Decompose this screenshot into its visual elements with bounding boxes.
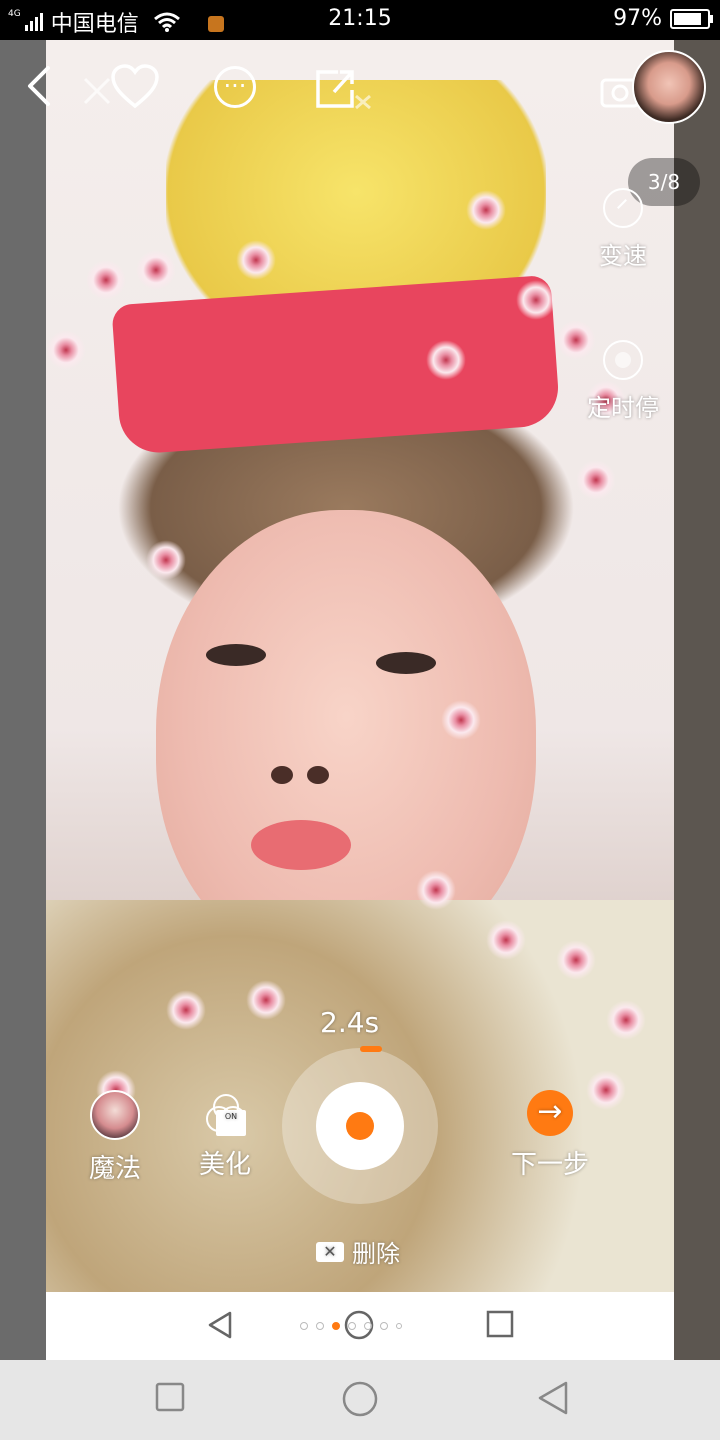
side-strip	[674, 1292, 720, 1360]
page-dot	[396, 1323, 402, 1329]
status-bar: 4G 中国电信 21:15 97%	[0, 0, 720, 40]
record-progress	[360, 1046, 382, 1052]
battery-fill	[674, 12, 702, 25]
crown-band	[111, 274, 561, 456]
share-icon	[316, 70, 371, 110]
page-dots	[300, 1322, 402, 1330]
blossom-sticker	[576, 460, 616, 500]
back-button[interactable]	[24, 64, 64, 112]
page-dot	[316, 1322, 324, 1330]
system-nav-bar	[0, 1360, 720, 1440]
heart-icon	[111, 64, 159, 109]
close-icon	[83, 77, 111, 105]
side-strip	[0, 1292, 46, 1360]
beautify-badge: ON	[216, 1110, 246, 1136]
record-dot-icon	[346, 1112, 374, 1140]
blossom-sticker	[416, 870, 456, 910]
recording-duration: 2.4s	[320, 1006, 380, 1039]
blossom-sticker	[236, 240, 276, 280]
page-dot-active	[332, 1322, 340, 1330]
like-button[interactable]	[110, 64, 160, 110]
magic-label: 魔法	[88, 1154, 141, 1184]
nose	[271, 760, 331, 790]
chevron-left-icon	[28, 66, 50, 106]
blossom-sticker	[606, 1000, 646, 1040]
blossom-sticker	[46, 330, 86, 370]
magic-thumbnail	[90, 1090, 140, 1140]
nav-back-button[interactable]	[206, 1310, 234, 1344]
blossom-sticker	[146, 540, 186, 580]
next-step-label: 下一步	[510, 1150, 589, 1180]
battery-percent: 97%	[613, 6, 662, 31]
beautify-icon: ON	[202, 1092, 248, 1136]
status-right: 97%	[613, 6, 713, 31]
eye-left	[206, 644, 266, 666]
blossom-sticker	[426, 340, 466, 380]
battery-icon	[670, 8, 713, 29]
page-dot	[300, 1322, 308, 1330]
app-nav-bar	[46, 1292, 674, 1360]
speed-label: 变速	[599, 242, 647, 270]
blossom-sticker	[166, 990, 206, 1030]
system-recents-button[interactable]	[155, 1382, 185, 1416]
share-button[interactable]	[314, 66, 374, 112]
triangle-back-icon	[538, 1381, 568, 1415]
delete-label: 删除	[352, 1240, 400, 1268]
system-back-button[interactable]	[536, 1380, 570, 1420]
more-icon: ···	[223, 72, 247, 100]
nav-recents-button[interactable]	[486, 1310, 514, 1342]
blossom-sticker	[441, 700, 481, 740]
system-home-button[interactable]	[341, 1380, 379, 1422]
blossom-sticker	[516, 280, 556, 320]
blossom-sticker	[486, 920, 526, 960]
beautify-button[interactable]: ON 美化	[180, 1092, 270, 1181]
timer-icon	[603, 340, 643, 380]
blossom-sticker	[246, 980, 286, 1020]
next-step-button[interactable]: → 下一步	[500, 1090, 600, 1181]
square-recents-icon	[155, 1382, 185, 1412]
page-dot	[380, 1322, 388, 1330]
speed-control[interactable]: 变速	[578, 188, 668, 271]
close-button[interactable]	[82, 76, 112, 112]
magic-button[interactable]: 魔法	[70, 1090, 160, 1185]
arrow-right-icon: →	[527, 1090, 573, 1136]
blossom-sticker	[86, 260, 126, 300]
delete-icon: ✕	[316, 1241, 344, 1262]
user-avatar[interactable]	[632, 50, 706, 124]
blossom-sticker	[136, 250, 176, 290]
page-dot	[348, 1322, 356, 1330]
clock: 21:15	[328, 6, 392, 31]
lips	[251, 820, 351, 870]
blossom-sticker	[466, 190, 506, 230]
screen: 4G 中国电信 21:15 97% ··· 3/8 变速 定时停 2.4s 魔法…	[0, 0, 720, 1440]
timer-stop-control[interactable]: 定时停	[578, 340, 668, 423]
page-dot	[364, 1322, 372, 1330]
timer-label: 定时停	[587, 394, 659, 422]
speed-icon	[603, 188, 643, 228]
triangle-back-icon	[208, 1311, 232, 1339]
delete-button[interactable]: ✕ 删除	[316, 1234, 400, 1269]
circle-home-icon	[342, 1381, 378, 1417]
eye-right	[376, 652, 436, 674]
blossom-sticker	[556, 940, 596, 980]
beautify-label: 美化	[198, 1150, 251, 1180]
square-recents-icon	[486, 1310, 514, 1338]
more-button[interactable]: ···	[214, 66, 256, 108]
